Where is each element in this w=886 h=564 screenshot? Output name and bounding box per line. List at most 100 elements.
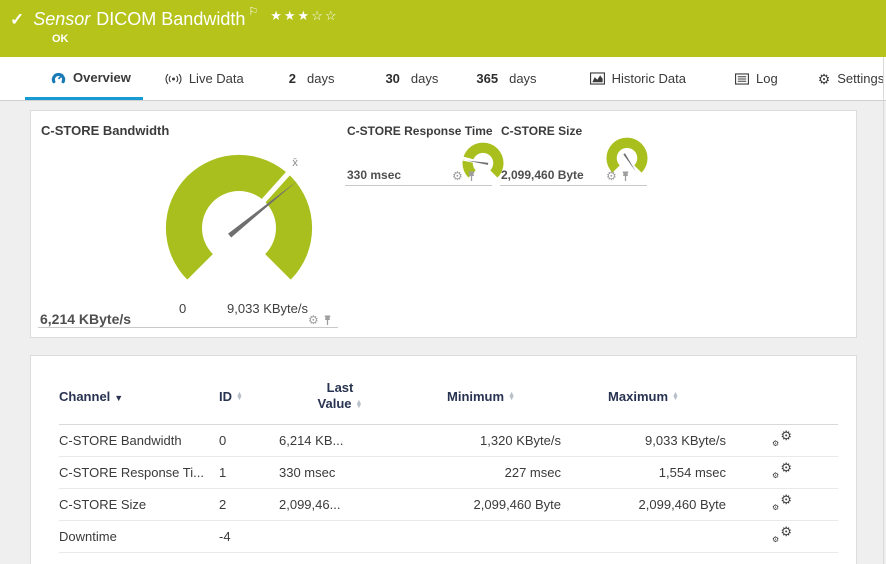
tab-historic-data[interactable]: Historic Data	[590, 57, 686, 100]
cell-channel: Downtime	[59, 520, 219, 552]
cell-last-value: 330 msec	[279, 456, 401, 488]
column-header-channel[interactable]: Channel ▼	[59, 380, 219, 424]
column-label: Channel	[59, 389, 110, 404]
sort-icon: ▲▼	[356, 401, 363, 409]
tab-2-days-number: 2	[289, 71, 296, 86]
sort-icon: ▲▼	[508, 393, 515, 401]
sort-icon: ▲▼	[672, 393, 679, 401]
sensor-kind-label: Sensor	[33, 9, 90, 30]
pin-icon[interactable]	[621, 171, 630, 182]
cell-channel: C-STORE Bandwidth	[59, 424, 219, 456]
cell-last-value	[279, 520, 401, 552]
settings-gear-icon: ⚙	[818, 72, 831, 86]
tab-overview-label: Overview	[73, 70, 131, 85]
column-header-last-value[interactable]: Last Value ▲▼	[279, 380, 401, 424]
tab-live-data[interactable]: Live Data	[165, 57, 244, 100]
table-row[interactable]: C-STORE Bandwidth 0 6,214 KB... 1,320 KB…	[59, 424, 838, 456]
tab-30-days-number: 30	[385, 71, 399, 86]
main-gauge-title: C-STORE Bandwidth	[41, 123, 169, 138]
column-label: Maximum	[608, 389, 668, 404]
cell-last-value: 2,099,46...	[279, 488, 401, 520]
channel-settings-gears-icon[interactable]: ⚙⚙	[772, 526, 792, 543]
cell-minimum: 227 msec	[401, 456, 561, 488]
tab-365-days[interactable]: 365 days	[476, 57, 536, 100]
table-row[interactable]: Downtime -4 ⚙⚙	[59, 520, 838, 552]
column-header-id[interactable]: ID ▲▼	[219, 380, 279, 424]
response-time-gauge	[455, 136, 511, 192]
ok-check-icon: ✓	[10, 10, 24, 30]
tile-divider	[345, 185, 492, 186]
tab-log[interactable]: Log	[735, 57, 778, 100]
log-list-icon	[735, 73, 749, 85]
tab-settings[interactable]: ⚙ Settings	[818, 57, 885, 100]
cell-id: 2	[219, 488, 279, 520]
tab-historic-data-label: Historic Data	[612, 71, 686, 86]
pin-icon[interactable]	[323, 315, 332, 326]
column-label: ID	[219, 389, 232, 404]
gauge-icon	[51, 71, 66, 84]
cell-maximum	[561, 520, 726, 552]
cell-last-value: 6,214 KB...	[279, 424, 401, 456]
cell-minimum: 1,320 KByte/s	[401, 424, 561, 456]
table-row[interactable]: C-STORE Response Ti... 1 330 msec 227 ms…	[59, 456, 838, 488]
bandwidth-gauge: x̄	[153, 142, 325, 314]
channels-panel: Channel ▼ ID ▲▼ Last Value ▲▼ Minimum ▲▼ Max…	[30, 355, 857, 564]
cell-maximum: 2,099,460 Byte	[561, 488, 726, 520]
tab-30-days-label: days	[411, 71, 438, 86]
tile-divider	[38, 327, 338, 328]
tab-log-label: Log	[756, 71, 778, 86]
tab-settings-label: Settings	[837, 71, 884, 86]
response-time-value: 330 msec	[347, 168, 401, 182]
gauge-scale-max: 9,033 KByte/s	[227, 301, 308, 316]
cell-id: 1	[219, 456, 279, 488]
table-row[interactable]: C-STORE Size 2 2,099,46... 2,099,460 Byt…	[59, 488, 838, 520]
gauge-settings-gear-icon[interactable]: ⚙	[452, 170, 463, 182]
cell-id: -4	[219, 520, 279, 552]
gauge-settings-gear-icon[interactable]: ⚙	[606, 170, 617, 182]
column-header-actions	[726, 380, 838, 424]
flag-icon[interactable]: ⚐	[248, 5, 258, 18]
column-label: Minimum	[447, 389, 504, 404]
tab-bar: Overview Live Data 2 days 30 days 365 da…	[0, 57, 886, 101]
cell-id: 0	[219, 424, 279, 456]
priority-stars[interactable]: ★★★☆☆	[270, 8, 338, 24]
tab-overview[interactable]: Overview	[25, 57, 143, 100]
channel-settings-gears-icon[interactable]: ⚙⚙	[772, 430, 792, 447]
gauge-settings-gear-icon[interactable]: ⚙	[308, 314, 319, 326]
tab-live-data-label: Live Data	[189, 71, 244, 86]
gauge-scale-min: 0	[179, 301, 186, 316]
tab-365-days-number: 365	[476, 71, 498, 86]
gauges-panel: C-STORE Bandwidth x̄ 0 9,033 KByte/s 6,2…	[30, 110, 857, 338]
main-gauge-value: 6,214 KByte/s	[40, 311, 131, 327]
column-header-minimum[interactable]: Minimum ▲▼	[401, 380, 561, 424]
pin-icon[interactable]	[467, 171, 476, 182]
channels-table: Channel ▼ ID ▲▼ Last Value ▲▼ Minimum ▲▼ Max…	[59, 380, 838, 553]
average-marker-label: x̄	[292, 157, 298, 169]
size-value: 2,099,460 Byte	[501, 168, 584, 182]
column-header-maximum[interactable]: Maximum ▲▼	[561, 380, 726, 424]
cell-channel: C-STORE Response Ti...	[59, 456, 219, 488]
tile-divider	[500, 185, 647, 186]
sensor-header: ✓ Sensor DICOM Bandwidth ⚐ ★★★☆☆ OK	[0, 0, 886, 57]
tab-2-days[interactable]: 2 days	[289, 57, 335, 100]
cell-minimum: 2,099,460 Byte	[401, 488, 561, 520]
scrollbar-edge	[883, 57, 884, 564]
status-badge: OK	[52, 33, 69, 45]
column-label: Value	[318, 396, 352, 411]
channel-settings-gears-icon[interactable]: ⚙⚙	[772, 494, 792, 511]
sort-desc-icon: ▼	[114, 393, 123, 403]
tab-2-days-label: days	[307, 71, 334, 86]
cell-maximum: 1,554 msec	[561, 456, 726, 488]
cell-maximum: 9,033 KByte/s	[561, 424, 726, 456]
broadcast-icon	[165, 73, 182, 85]
tab-365-days-label: days	[509, 71, 536, 86]
column-label: Last	[327, 380, 354, 395]
area-chart-icon	[590, 72, 605, 85]
sort-icon: ▲▼	[236, 393, 243, 401]
sensor-name: DICOM Bandwidth	[96, 9, 245, 30]
cell-minimum	[401, 520, 561, 552]
size-title: C-STORE Size	[501, 124, 582, 138]
cell-channel: C-STORE Size	[59, 488, 219, 520]
channel-settings-gears-icon[interactable]: ⚙⚙	[772, 462, 792, 479]
tab-30-days[interactable]: 30 days	[385, 57, 438, 100]
